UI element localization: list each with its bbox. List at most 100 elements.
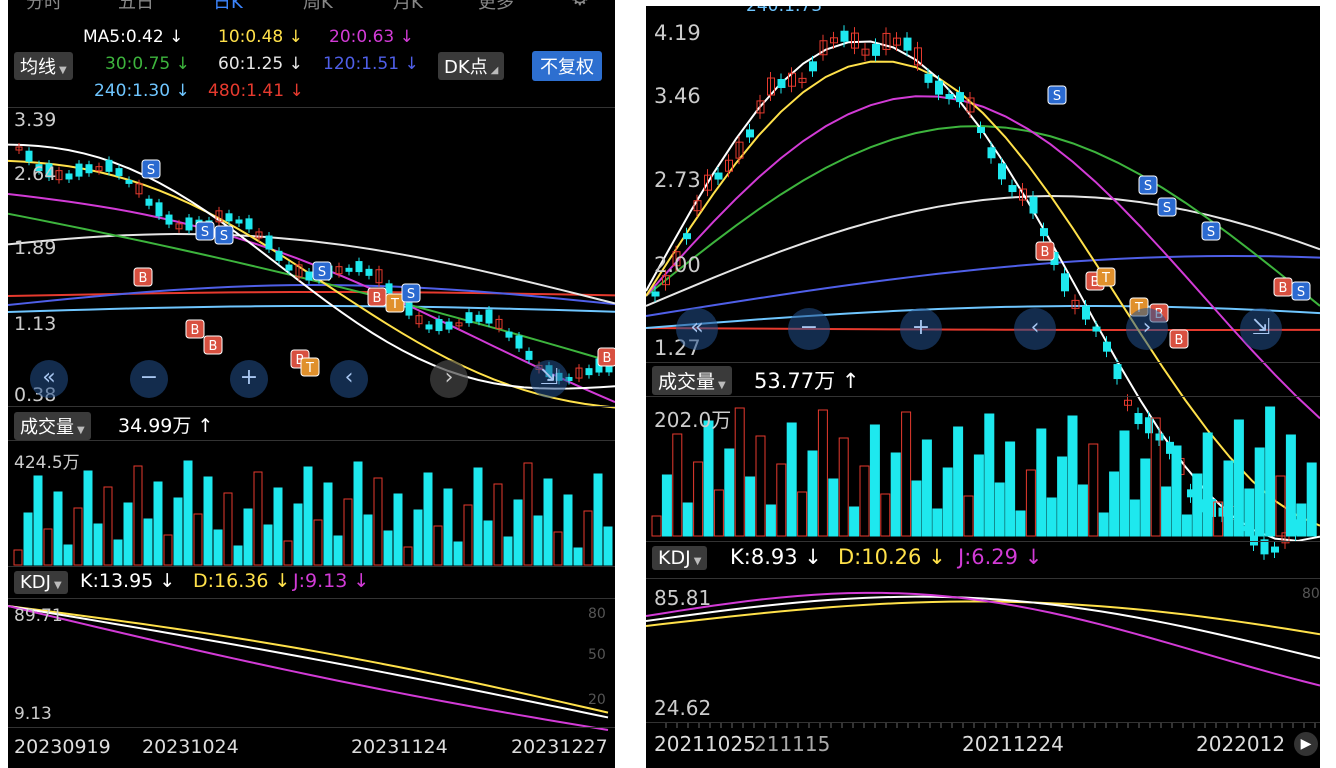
volume-bar: [473, 467, 483, 566]
zoom-in-icon[interactable]: +: [230, 360, 268, 398]
candle-body: [435, 319, 443, 332]
volume-bar: [603, 526, 613, 566]
r-chevron-right-icon[interactable]: ›: [1126, 308, 1168, 350]
chevron-left-icon[interactable]: ‹: [330, 360, 368, 398]
left-kline-chart: SBS SBBSB TSBTB: [8, 143, 615, 731]
right-kline-chart: SBSSSBTTBBBS: [646, 25, 1320, 728]
candle-body: [525, 350, 533, 360]
volume-bar: [63, 544, 73, 566]
zoom-out-icon[interactable]: −: [130, 360, 168, 398]
volume-bar: [463, 504, 473, 566]
r-zoom-in-icon[interactable]: +: [900, 308, 942, 350]
candle-body: [85, 164, 93, 174]
volume-bar: [283, 540, 293, 566]
r-volume-bar: [1244, 488, 1255, 537]
volume-bar: [153, 481, 163, 566]
candle-body: [505, 331, 513, 338]
candle-body: [365, 268, 373, 276]
r-volume-selector[interactable]: 成交量 ▼: [652, 366, 732, 395]
r-volume-bar: [911, 480, 922, 537]
signal-s-label: S: [147, 163, 155, 178]
r-volume-bar: [745, 476, 756, 537]
play-icon[interactable]: ▶: [1294, 732, 1318, 756]
candle-body: [475, 314, 483, 322]
volume-axis-top: 424.5万: [14, 453, 80, 473]
price-axis-2: 2.64: [14, 163, 57, 185]
volume-bar: [193, 513, 203, 566]
r-candle-body: [1271, 546, 1279, 553]
r-volume-bar: [953, 426, 964, 537]
volume-bar: [573, 547, 583, 566]
r-candle-body: [1155, 433, 1164, 441]
volume-bar: [403, 546, 413, 566]
r-candle-body: [872, 43, 880, 56]
volume-bar: [353, 461, 363, 566]
candle-body: [345, 267, 353, 272]
r-volume-bar: [1192, 473, 1203, 537]
volume-bar: [293, 503, 303, 566]
volume-bar: [553, 531, 563, 566]
date-label-3: 20231124: [351, 736, 448, 758]
r-price-axis-3: 2.73: [654, 168, 701, 192]
r-zoom-out-icon[interactable]: −: [788, 308, 830, 350]
r-volume-bar: [1254, 447, 1265, 537]
candle-body: [355, 261, 363, 273]
r-candle-body: [987, 147, 996, 159]
volume-bar: [143, 518, 153, 566]
r-volume-bar: [651, 515, 662, 537]
chevron-right-icon[interactable]: ›: [430, 360, 468, 398]
volume-bar: [183, 460, 193, 566]
volume-bar: [33, 475, 43, 566]
r-volume-bar: [1161, 486, 1172, 537]
r-volume-bar: [1036, 428, 1047, 537]
r-candle-body: [977, 127, 985, 134]
r-date-label-4: 2022012: [1196, 732, 1286, 756]
r-kdj-selector[interactable]: KDJ ▼: [652, 546, 708, 570]
r-volume-axis-top: 202.0万: [654, 408, 732, 432]
r-chevron-left-icon[interactable]: ‹: [1014, 308, 1056, 350]
candle-body: [115, 168, 123, 177]
candle-body: [75, 163, 83, 177]
r-candle-body: [1061, 273, 1069, 292]
r-volume-bar: [973, 454, 984, 537]
candle-body: [425, 324, 433, 330]
double-left-icon[interactable]: «: [30, 360, 68, 398]
r-volume-bar: [849, 506, 860, 537]
r-kdj-d-line: [646, 600, 1320, 636]
signal-b-label: B: [1175, 333, 1184, 348]
r-double-left-icon[interactable]: «: [676, 308, 718, 350]
volume-bar: [43, 528, 53, 566]
volume-selector[interactable]: 成交量 ▼: [14, 412, 91, 440]
r-volume-bar: [1202, 432, 1213, 537]
r-volume-bar: [859, 465, 870, 537]
r-volume-bar: [786, 422, 797, 537]
volume-bar: [243, 508, 253, 566]
collapse-icon[interactable]: ⇲: [530, 360, 568, 398]
kdj-axis-bottom: 9.13: [14, 704, 52, 724]
volume-bar: [533, 515, 543, 566]
volume-bar: [163, 534, 173, 566]
r-collapse-icon[interactable]: ⇲: [1240, 308, 1282, 350]
volume-bar: [373, 477, 383, 566]
candle-body: [235, 219, 243, 224]
r-candle-body: [924, 73, 933, 83]
signal-s-label: S: [220, 229, 228, 244]
r-date-label-1: 20211025: [654, 732, 756, 756]
kdj-j-line: [8, 605, 609, 731]
r-volume-bar: [880, 493, 891, 537]
volume-bar: [483, 520, 493, 566]
volume-bar: [583, 510, 593, 566]
r-volume-bar: [755, 435, 766, 537]
r-ma20-line: [646, 95, 1320, 420]
r-volume-bar: [797, 491, 808, 537]
volume-bar: [133, 465, 143, 566]
r-volume-bar: [713, 489, 724, 537]
kdj-selector[interactable]: KDJ ▼: [14, 571, 68, 594]
r-volume-bar: [1181, 514, 1192, 537]
r-volume-bar: [1098, 512, 1109, 537]
r-kdj-axis-bottom: 24.62: [654, 696, 712, 720]
volume-bar: [23, 512, 33, 566]
price-axis-top: 3.39: [14, 109, 57, 131]
signal-b-label: B: [1279, 281, 1288, 296]
r-price-axis-2: 3.46: [654, 84, 701, 108]
